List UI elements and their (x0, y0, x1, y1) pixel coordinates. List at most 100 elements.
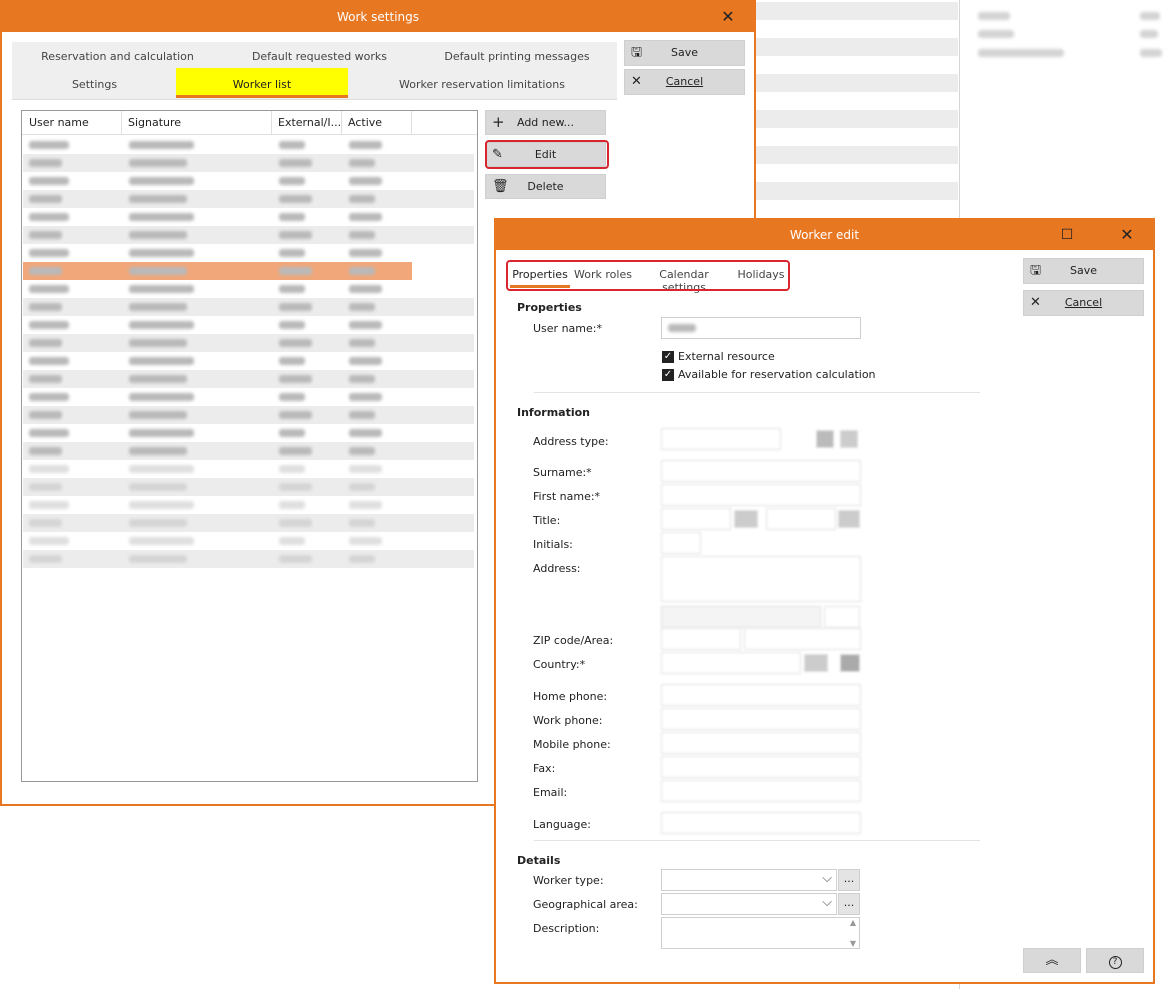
label-geographical-area: Geographical area: (533, 898, 638, 911)
table-row[interactable] (23, 514, 474, 532)
table-row[interactable] (23, 478, 474, 496)
table-row[interactable] (23, 496, 474, 514)
title-secondary-action-icon[interactable] (838, 510, 860, 528)
blurred-cell (279, 501, 305, 509)
table-row[interactable] (23, 424, 474, 442)
table-row[interactable] (23, 442, 474, 460)
label-initials: Initials: (533, 538, 573, 551)
label-first-name: First name:* (533, 490, 601, 503)
cancel-button[interactable]: ✕ Cancel (624, 69, 745, 95)
language-select[interactable] (661, 812, 861, 834)
tab-default-printing-messages[interactable]: Default printing messages (432, 50, 602, 63)
table-row[interactable] (23, 190, 474, 208)
column-header-signature[interactable]: Signature (122, 111, 272, 135)
scroll-up-icon[interactable]: ▲ (850, 918, 856, 927)
table-row[interactable] (23, 334, 474, 352)
blurred-cell (29, 519, 62, 527)
blurred-cell (129, 483, 187, 491)
work-phone-input[interactable] (661, 708, 861, 730)
country-edit-icon[interactable] (840, 654, 860, 672)
surname-input[interactable] (661, 460, 861, 482)
table-row[interactable] (23, 460, 474, 478)
blurred-cell (279, 375, 312, 383)
blurred-cell (29, 339, 62, 347)
fax-input[interactable] (661, 756, 861, 778)
blurred-cell (349, 231, 375, 239)
background-row (756, 38, 958, 56)
email-input[interactable] (661, 780, 861, 802)
tab-worker-reservation-limitations[interactable]: Worker reservation limitations (392, 78, 572, 91)
address-type-select[interactable] (661, 428, 781, 450)
description-textarea[interactable]: ▲ ▼ (661, 917, 860, 949)
table-row[interactable] (23, 316, 474, 334)
delete-button[interactable]: 🗑 Delete (485, 174, 606, 199)
tab-worker-list[interactable]: Worker list (176, 78, 348, 91)
add-new-button[interactable]: + Add new... (485, 110, 606, 135)
external-resource-checkbox[interactable]: ✓ (662, 351, 674, 363)
scroll-down-icon[interactable]: ▼ (850, 939, 856, 948)
blurred-cell (349, 375, 375, 383)
geographical-area-browse-button[interactable]: ... (838, 893, 860, 915)
first-name-input[interactable] (661, 484, 861, 506)
address-action-icon[interactable] (840, 430, 858, 448)
address-textarea[interactable] (661, 556, 861, 602)
table-row[interactable] (23, 370, 474, 388)
address-action-icon[interactable] (816, 430, 834, 448)
country-action-icon[interactable] (804, 654, 828, 672)
label-language: Language: (533, 818, 591, 831)
table-row[interactable] (23, 262, 412, 280)
close-icon[interactable]: ✕ (713, 2, 743, 32)
tab-reservation-and-calculation[interactable]: Reservation and calculation (30, 50, 205, 63)
save-button[interactable]: 🖫 Save (624, 40, 745, 66)
blurred-cell (29, 411, 62, 419)
blurred-cell (349, 249, 382, 257)
table-row[interactable] (23, 406, 474, 424)
blurred-cell (279, 339, 312, 347)
table-row[interactable] (23, 388, 474, 406)
blurred-cell (279, 555, 312, 563)
title-action-icon[interactable] (734, 510, 758, 528)
tab-settings[interactable]: Settings (52, 78, 137, 91)
table-row[interactable] (23, 352, 474, 370)
title-select[interactable] (661, 508, 731, 530)
section-title-properties: Properties (517, 301, 582, 314)
title-secondary-select[interactable] (766, 508, 836, 530)
geographical-area-select[interactable]: ⌵ (661, 893, 837, 915)
label-surname: Surname:* (533, 466, 592, 479)
scroll-to-top-button[interactable]: ︽ (1023, 948, 1081, 973)
column-header-external[interactable]: External/I... (272, 111, 342, 135)
table-row[interactable] (23, 172, 474, 190)
blurred-cell (279, 213, 305, 221)
column-header-active[interactable]: Active (342, 111, 412, 135)
help-button[interactable]: ? (1086, 948, 1144, 973)
cancel-button[interactable]: ✕ Cancel (1023, 290, 1144, 316)
tab-default-requested-works[interactable]: Default requested works (242, 50, 397, 63)
table-row[interactable] (23, 532, 474, 550)
country-select[interactable] (661, 652, 801, 674)
table-row[interactable] (23, 226, 474, 244)
home-phone-input[interactable] (661, 684, 861, 706)
table-row[interactable] (23, 208, 474, 226)
table-row[interactable] (23, 154, 474, 172)
worker-type-browse-button[interactable]: ... (838, 869, 860, 891)
mobile-phone-input[interactable] (661, 732, 861, 754)
table-row[interactable] (23, 136, 474, 154)
table-row[interactable] (23, 244, 474, 262)
save-button[interactable]: 🖫 Save (1023, 258, 1144, 284)
zip-code-input[interactable] (661, 628, 741, 650)
blurred-cell (29, 177, 69, 185)
worker-list-table[interactable]: User name ⌃ Signature External/I... Acti… (21, 110, 478, 782)
user-name-input[interactable] (661, 317, 861, 339)
close-icon[interactable]: ✕ (1112, 220, 1142, 250)
area-input[interactable] (744, 628, 861, 650)
maximize-icon[interactable]: ☐ (1052, 220, 1082, 250)
section-divider (534, 840, 980, 841)
available-for-reservation-checkbox[interactable]: ✓ (662, 369, 674, 381)
table-row[interactable] (23, 298, 474, 316)
worker-type-select[interactable]: ⌵ (661, 869, 837, 891)
address-extra-field[interactable] (824, 606, 860, 628)
table-row[interactable] (23, 550, 474, 568)
address-lookup-button[interactable] (661, 606, 821, 628)
initials-input[interactable] (661, 532, 701, 554)
table-row[interactable] (23, 280, 474, 298)
